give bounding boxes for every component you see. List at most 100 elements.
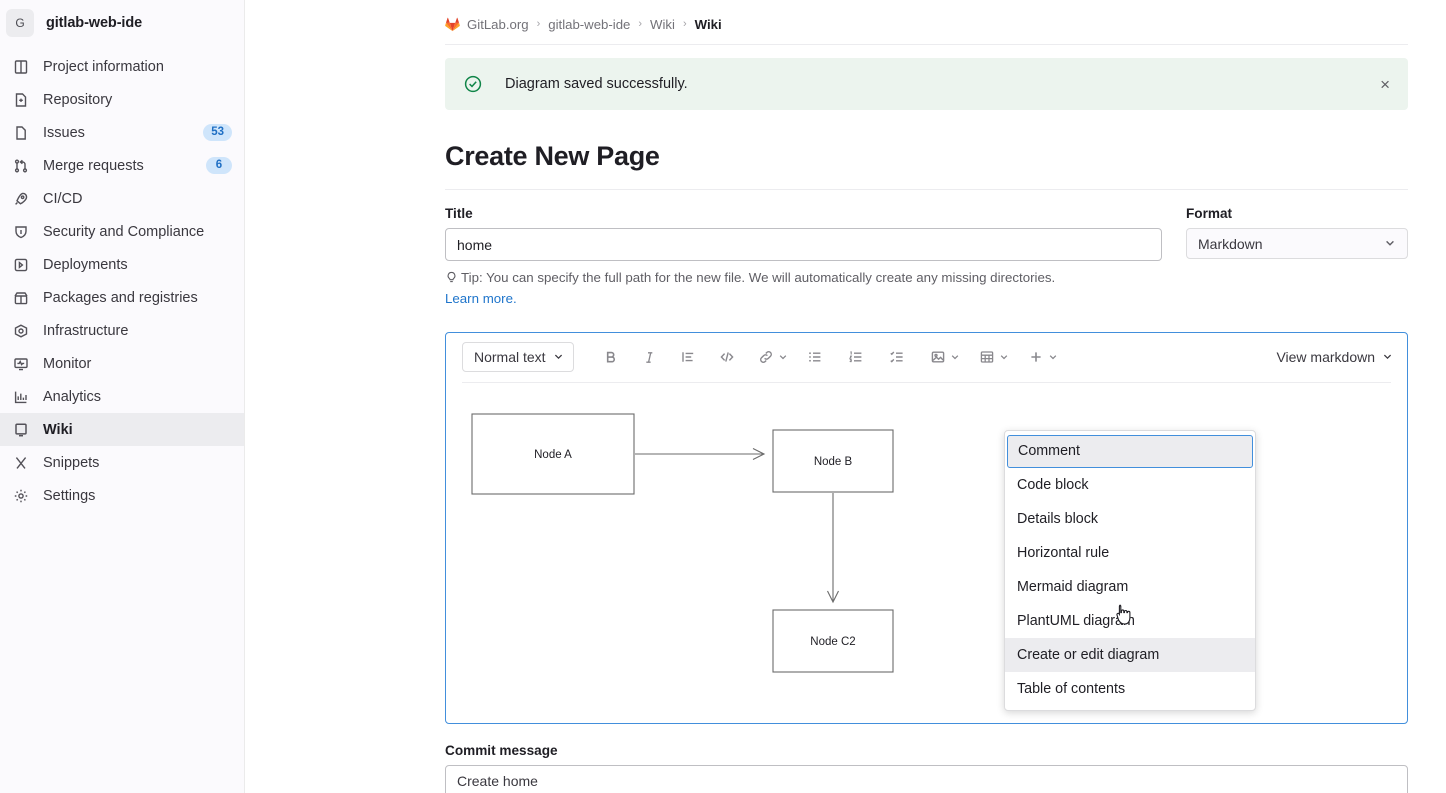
blockquote-button[interactable] [674,343,703,372]
sidebar-item-issues[interactable]: Issues 53 [0,116,244,149]
image-icon[interactable] [924,343,953,372]
link-icon[interactable] [752,343,781,372]
table-button-group [973,343,1011,372]
sidebar-item-label: Merge requests [43,157,144,174]
menu-item-create-or-edit-diagram[interactable]: Create or edit diagram [1005,637,1255,672]
breadcrumb: GitLab.org › gitlab-web-ide › Wiki › Wik… [445,10,1408,38]
view-markdown-label: View markdown [1276,349,1375,366]
sidebar-item-cicd[interactable]: CI/CD [0,182,244,215]
image-button-group [924,343,962,372]
check-circle-icon [463,74,483,94]
sidebar-item-label: Settings [43,487,96,504]
page-title: Create New Page [445,141,660,171]
path-tip: Tip: You can specify the full path for t… [445,269,1408,309]
commit-message-label: Commit message [445,742,558,758]
title-label: Title [445,206,473,221]
breadcrumb-separator-icon: › [638,18,643,30]
bold-button[interactable] [596,343,625,372]
sidebar-item-analytics[interactable]: Analytics [0,380,244,413]
chevron-down-icon [553,349,564,365]
diagram-node-label: Node C2 [810,636,855,648]
sidebar-item-project-information[interactable]: Project information [0,50,244,83]
sidebar-item-security-and-compliance[interactable]: Security and Compliance [0,215,244,248]
diagram-node-label: Node A [534,449,572,461]
editor-canvas[interactable]: Node A Node B Node C2 Comment Code block… [446,383,1407,723]
sidebar: G gitlab-web-ide Project information Rep… [0,0,245,793]
menu-item-plantuml-diagram[interactable]: PlantUML diagram [1005,604,1255,638]
learn-more-link[interactable]: Learn more. [445,291,517,306]
issues-count-badge: 53 [203,124,232,141]
code-button[interactable] [713,343,742,372]
commit-message-input[interactable] [445,764,1408,793]
sidebar-item-snippets[interactable]: Snippets [0,446,244,479]
rocket-icon [12,190,29,207]
project-name: gitlab-web-ide [46,15,143,31]
book-icon [12,421,29,438]
breadcrumb-separator-icon: › [682,18,687,30]
breadcrumb-item-gitlab-web-ide[interactable]: gitlab-web-ide [548,17,630,32]
sidebar-item-settings[interactable]: Settings [0,479,244,512]
menu-item-label: Create or edit diagram [1017,646,1160,663]
lightbulb-icon [445,271,458,290]
sidebar-item-label: Packages and registries [43,289,198,306]
menu-item-code-block[interactable]: Code block [1005,468,1255,502]
issues-icon [12,124,29,141]
view-markdown-toggle[interactable]: View markdown [1276,349,1393,365]
sidebar-item-label: Issues [43,124,85,141]
sidebar-item-wiki[interactable]: Wiki [0,413,244,446]
sidebar-item-monitor[interactable]: Monitor [0,347,244,380]
chevron-down-icon[interactable] [950,352,960,362]
chevron-down-icon [1382,349,1393,365]
format-select-value: Markdown [1198,235,1263,252]
sidebar-item-infrastructure[interactable]: Infrastructure [0,314,244,347]
title-input[interactable] [445,228,1162,261]
merge-requests-count-badge: 6 [206,157,232,174]
sidebar-item-repository[interactable]: Repository [0,83,244,116]
editor-toolbar: Normal text View markdown [446,333,1407,382]
shield-icon [12,223,29,240]
menu-item-label: Details block [1017,510,1099,527]
menu-item-label: Horizontal rule [1017,544,1110,561]
breadcrumb-item-wiki[interactable]: Wiki [650,17,675,32]
monitor-icon [12,355,29,372]
sidebar-item-merge-requests[interactable]: Merge requests 6 [0,149,244,182]
format-label: Format [1186,206,1233,221]
main-content: GitLab.org › gitlab-web-ide › Wiki › Wik… [245,0,1446,793]
plus-icon[interactable] [1022,343,1051,372]
menu-item-label: PlantUML diagram [1017,612,1135,629]
title-divider [445,189,1408,190]
close-icon[interactable]: × [1376,72,1394,97]
success-alert: Diagram saved successfully. × [445,58,1408,110]
breadcrumb-item-gitlab-org[interactable]: GitLab.org [467,17,529,32]
sidebar-item-packages-and-registries[interactable]: Packages and registries [0,281,244,314]
chevron-down-icon[interactable] [999,352,1009,362]
task-list-button[interactable] [883,343,912,372]
gitlab-logo-icon [445,17,460,32]
merge-requests-icon [12,157,29,174]
chevron-down-icon[interactable] [1048,352,1058,362]
infrastructure-icon [12,322,29,339]
link-button-group [752,343,790,372]
alert-message: Diagram saved successfully. [505,76,688,92]
text-style-select[interactable]: Normal text [462,342,574,373]
menu-item-table-of-contents[interactable]: Table of contents [1005,672,1255,706]
project-header[interactable]: G gitlab-web-ide [0,4,244,42]
rich-text-editor: Normal text View markdown Node A Node B … [445,331,1408,724]
tip-text: Tip: You can specify the full path for t… [461,270,1056,285]
table-icon[interactable] [973,343,1002,372]
menu-item-horizontal-rule[interactable]: Horizontal rule [1005,536,1255,570]
bullet-list-button[interactable] [801,343,830,372]
menu-item-comment[interactable]: Comment [1007,434,1253,468]
insert-options-menu: Comment Code block Details block Horizon… [1004,429,1256,711]
numbered-list-button[interactable] [842,343,871,372]
chevron-down-icon[interactable] [778,352,788,362]
menu-item-details-block[interactable]: Details block [1005,502,1255,536]
gear-icon [12,487,29,504]
breadcrumb-divider [445,44,1408,45]
menu-item-mermaid-diagram[interactable]: Mermaid diagram [1005,570,1255,604]
format-select[interactable]: Markdown [1186,228,1408,259]
sidebar-item-deployments[interactable]: Deployments [0,248,244,281]
italic-button[interactable] [635,343,664,372]
menu-item-label: Comment [1018,443,1080,460]
sidebar-item-label: Monitor [43,355,92,372]
